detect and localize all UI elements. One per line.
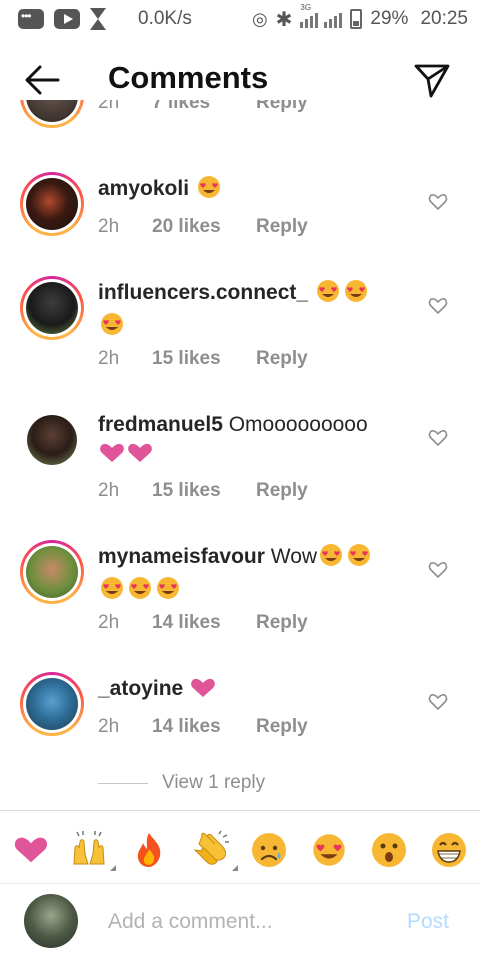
comment-time: 2h	[98, 216, 120, 237]
reply-button[interactable]: Reply	[256, 480, 308, 502]
heart-outline-icon[interactable]	[428, 692, 448, 712]
fire-icon	[137, 833, 161, 867]
reply-button[interactable]: Reply	[256, 716, 308, 738]
comment-likes[interactable]: 20 likes	[152, 216, 256, 238]
comment-username[interactable]: fredmanuel5	[98, 413, 223, 436]
raised-hands-emoji-button[interactable]	[68, 829, 116, 871]
heart-outline-icon[interactable]	[428, 192, 448, 212]
reply-button[interactable]: Reply	[256, 348, 308, 370]
comment-item: _atoyine 2h 14 likes Reply	[0, 672, 480, 772]
surprised-face-emoji-button[interactable]	[368, 829, 410, 871]
comment-time: 2h	[98, 716, 120, 737]
comment-item: amyokoli 2h 20 likes Reply	[0, 172, 480, 272]
clapping-hands-icon	[193, 830, 229, 865]
comment-text: Omooooooooo	[228, 413, 368, 436]
comment-text: Wow	[270, 545, 318, 568]
comment-likes[interactable]: 15 likes	[152, 348, 256, 370]
page-title: Comments	[108, 60, 269, 95]
comment-username[interactable]: influencers.connect_	[98, 281, 308, 304]
comment-likes[interactable]: 14 likes	[152, 612, 256, 634]
heart-eyes-emoji	[126, 576, 154, 608]
comment-likes[interactable]: 7 likes	[152, 100, 256, 114]
comment-time: 2h	[98, 348, 120, 369]
sad-face-icon	[252, 833, 286, 867]
heart-icon	[14, 837, 48, 863]
surprised-face-icon	[372, 833, 406, 867]
comment-time: 2h	[98, 100, 120, 113]
heart-eyes-emoji	[342, 279, 370, 311]
comment-likes[interactable]: 14 likes	[152, 716, 256, 738]
clock: 20:25	[420, 8, 468, 29]
reply-button[interactable]: Reply	[256, 100, 308, 114]
partial-comment: 2h 7 likes Reply	[0, 100, 480, 136]
network-type: 3G	[300, 3, 312, 12]
view-replies-label: View 1 reply	[162, 772, 266, 793]
comment-input[interactable]	[108, 906, 388, 938]
heart-eyes-emoji-button[interactable]	[308, 829, 350, 871]
clapping-hands-emoji-button[interactable]	[190, 829, 238, 871]
network-speed: 0.0K/s	[138, 8, 192, 29]
fire-emoji-button[interactable]	[128, 829, 170, 871]
signal-icon: 3G	[300, 3, 343, 28]
comment-time: 2h	[98, 480, 120, 501]
avatar[interactable]	[20, 672, 84, 736]
direct-message-button[interactable]	[412, 60, 452, 100]
heart-eyes-emoji	[98, 576, 126, 608]
heart-emoji-button[interactable]	[10, 829, 52, 871]
comment-time: 2h	[98, 612, 120, 633]
youtube-notification-icon	[54, 9, 80, 29]
arrow-left-icon	[25, 65, 60, 95]
battery-icon	[350, 9, 363, 29]
heart-outline-icon[interactable]	[428, 296, 448, 316]
heart-outline-icon[interactable]	[428, 560, 448, 580]
heart-eyes-emoji	[317, 543, 345, 575]
user-avatar	[24, 894, 78, 948]
status-bar: 0.0K/s ◎ ✱ 3G 29% 20:25	[0, 0, 480, 38]
comment-item: fredmanuel5 Omooooooooo 2h 15 likes Repl…	[0, 408, 480, 538]
comments-list[interactable]: 2h 7 likes Reply amyokoli 2h 20 likes Re…	[0, 100, 480, 810]
pink-heart-emoji	[189, 677, 217, 707]
heart-eyes-emoji	[154, 576, 182, 608]
divider	[98, 782, 148, 784]
pink-heart-emoji	[126, 442, 154, 472]
reply-button[interactable]: Reply	[256, 216, 308, 238]
quick-emoji-bar	[0, 810, 480, 884]
chat-notification-icon	[18, 9, 44, 29]
avatar[interactable]	[20, 540, 84, 604]
comment-likes[interactable]: 15 likes	[152, 480, 256, 502]
comment-item: influencers.connect_ 2h 15 likes Reply	[0, 276, 480, 406]
view-replies-button[interactable]: View 1 reply	[98, 772, 265, 794]
sad-face-emoji-button[interactable]	[248, 829, 290, 871]
heart-outline-icon[interactable]	[428, 428, 448, 448]
comment-composer: Post	[0, 884, 480, 960]
battery-level: 29%	[370, 8, 409, 29]
avatar[interactable]	[20, 408, 84, 472]
comment-username[interactable]: amyokoli	[98, 177, 189, 200]
heart-eyes-emoji	[195, 175, 223, 207]
bluetooth-icon: ✱	[275, 8, 293, 31]
post-button[interactable]: Post	[407, 910, 449, 934]
heart-eyes-emoji	[314, 279, 342, 311]
reply-button[interactable]: Reply	[256, 612, 308, 634]
comment-username[interactable]: _atoyine	[98, 677, 183, 700]
heart-eyes-emoji	[345, 543, 373, 575]
paper-plane-icon	[414, 64, 450, 98]
pink-heart-emoji	[98, 442, 126, 472]
back-button[interactable]	[22, 60, 62, 100]
avatar[interactable]	[20, 276, 84, 340]
comment-item: mynameisfavour Wow 2h 14 likes Reply	[0, 540, 480, 670]
comment-username[interactable]: mynameisfavour	[98, 545, 265, 568]
heart-eyes-emoji	[98, 312, 126, 344]
avatar[interactable]	[20, 172, 84, 236]
grinning-face-emoji-button[interactable]	[428, 829, 470, 871]
grinning-face-icon	[432, 833, 466, 867]
hotspot-icon: ◎	[251, 8, 268, 29]
avatar[interactable]	[20, 100, 84, 128]
raised-hands-icon	[73, 831, 105, 865]
hourglass-icon	[90, 8, 106, 30]
heart-eyes-icon	[313, 834, 345, 866]
